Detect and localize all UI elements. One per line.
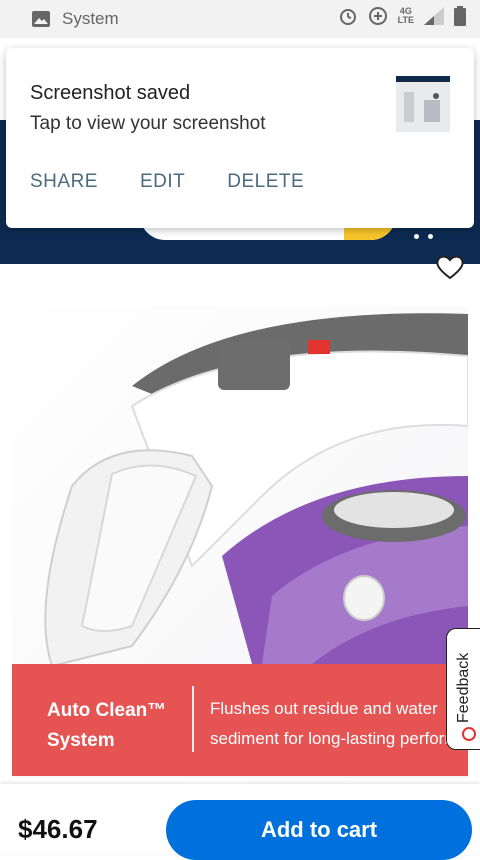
feature-banner: Auto Clean™ System Flushes out residue a… [12, 664, 468, 776]
status-icons: 4G LTE [338, 6, 466, 26]
banner-title-line2: System [47, 730, 115, 751]
notification-actions: SHARE EDIT DELETE [30, 171, 304, 193]
purchase-bar: $46.67 Add to cart [0, 784, 480, 860]
more-options-icon[interactable] [414, 226, 442, 244]
network-type-indicator: 4G LTE [398, 7, 414, 25]
share-button[interactable]: SHARE [30, 171, 98, 193]
notification-title: Screenshot saved [30, 82, 191, 104]
network-sub-label: LTE [397, 15, 414, 25]
delete-button[interactable]: DELETE [227, 171, 304, 193]
add-to-cart-button[interactable]: Add to cart [166, 800, 472, 860]
status-source-label: System [62, 9, 119, 28]
signal-icon [424, 7, 444, 25]
banner-description: Flushes out residue and water sediment f… [210, 694, 468, 754]
screenshot-thumbnail[interactable] [396, 76, 450, 132]
battery-icon [454, 6, 466, 26]
product-price: $46.67 [18, 814, 98, 844]
image-icon [32, 11, 50, 27]
product-image[interactable]: Auto Clean™ System Flushes out residue a… [12, 306, 468, 778]
feedback-bubble-icon [462, 727, 476, 741]
banner-title-line1: Auto Clean™ [47, 700, 167, 721]
screenshot-notification[interactable]: Screenshot saved Tap to view your screen… [6, 48, 474, 228]
notification-subtitle: Tap to view your screenshot [30, 113, 266, 134]
banner-desc-line1: Flushes out residue and water [210, 699, 438, 718]
feedback-label: Feedback [455, 652, 472, 723]
banner-feature-title: Auto Clean™ System [47, 696, 166, 756]
edit-button[interactable]: EDIT [140, 171, 185, 193]
data-saver-icon [368, 7, 387, 25]
banner-desc-line2: sediment for long-lasting performan [210, 729, 468, 748]
banner-divider [192, 686, 194, 752]
status-bar: System 4G LTE [0, 0, 480, 38]
alarm-icon [339, 9, 356, 25]
favorite-heart-icon[interactable] [434, 254, 466, 280]
feedback-tab[interactable]: Feedback [446, 628, 480, 750]
